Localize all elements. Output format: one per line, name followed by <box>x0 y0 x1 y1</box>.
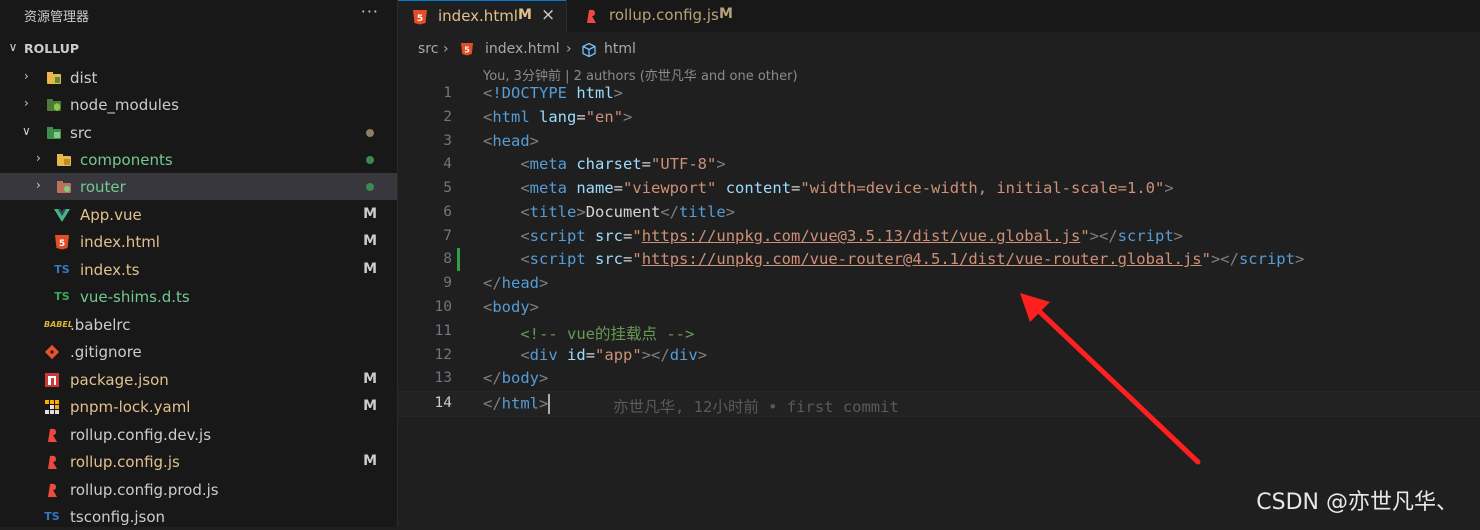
watermark: CSDN @亦世凡华、 <box>1256 490 1458 515</box>
annotation-arrow-icon <box>1020 293 1201 465</box>
